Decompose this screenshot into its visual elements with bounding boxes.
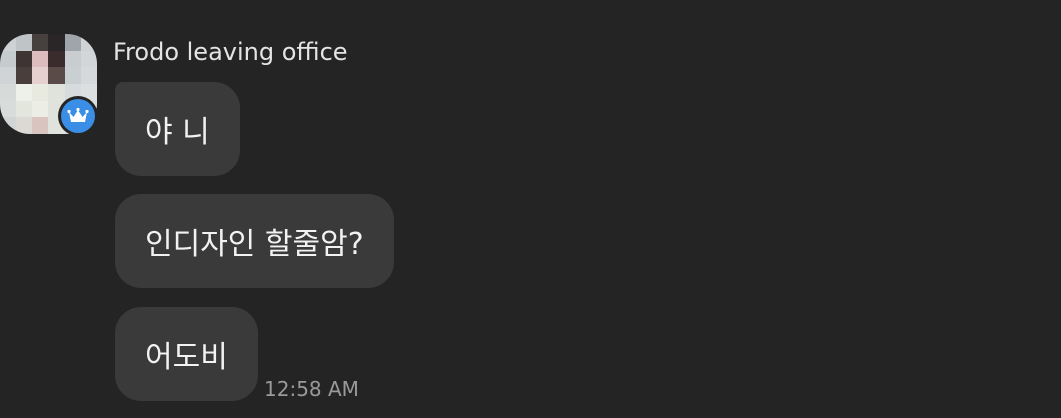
message-bubble[interactable]: 어도비 — [115, 307, 258, 401]
crown-icon — [67, 107, 89, 122]
message-text: 야 니 — [145, 115, 210, 150]
message-timestamp: 12:58 AM — [264, 377, 359, 401]
message-text: 인디자인 할줄암? — [145, 227, 364, 262]
message-bubble[interactable]: 야 니 — [115, 82, 240, 176]
sender-name[interactable]: Frodo leaving office — [113, 38, 348, 66]
owner-badge — [58, 96, 98, 136]
message-text: 어도비 — [145, 340, 228, 375]
message-bubble[interactable]: 인디자인 할줄암? — [115, 194, 394, 288]
crown-badge — [61, 99, 95, 133]
